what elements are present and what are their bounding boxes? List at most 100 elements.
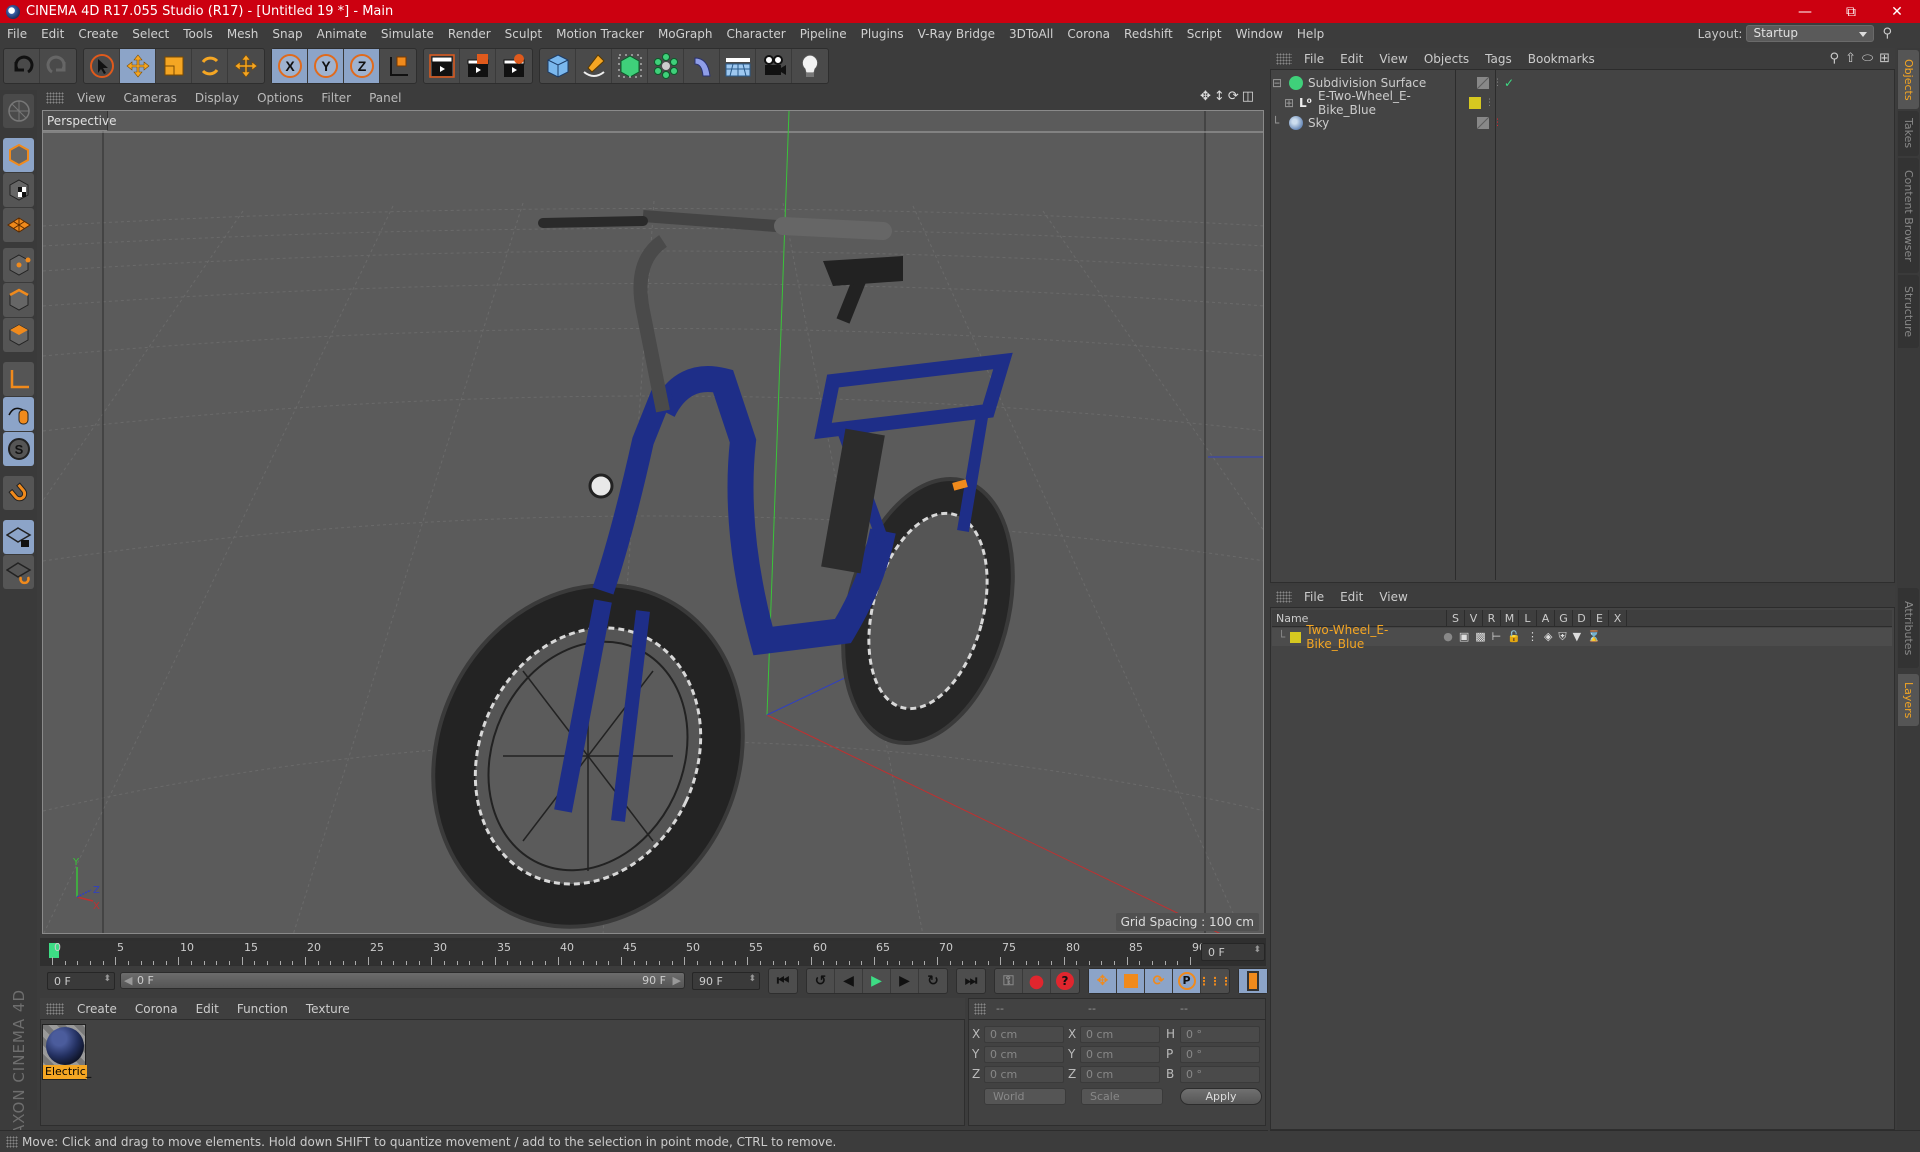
expand-icon[interactable]: ⊞ — [1284, 96, 1296, 110]
menu-character[interactable]: Character — [719, 27, 792, 41]
object-name[interactable]: Sky — [1308, 116, 1474, 130]
x-axis-button[interactable]: X — [272, 49, 308, 83]
pen-button[interactable] — [576, 49, 612, 83]
range-left-arrow-icon[interactable]: ◀ — [124, 974, 132, 987]
layer-swatch-icon[interactable] — [1477, 77, 1489, 89]
material-menu-function[interactable]: Function — [228, 1002, 297, 1016]
object-menu-tags[interactable]: Tags — [1477, 52, 1520, 66]
render-settings-button[interactable] — [496, 49, 532, 83]
3d-viewport[interactable]: Perspective Y X Z Grid Spacing : 100 cm — [42, 110, 1264, 934]
menu-mesh[interactable]: Mesh — [220, 27, 266, 41]
viewport-menu-cameras[interactable]: Cameras — [114, 91, 185, 105]
viewport-menu-view[interactable]: View — [68, 91, 114, 105]
menu-window[interactable]: Window — [1229, 27, 1290, 41]
undo-button[interactable] — [4, 49, 40, 83]
camera-label[interactable]: Perspective — [43, 111, 117, 131]
menu-mograph[interactable]: MoGraph — [651, 27, 720, 41]
y-axis-button[interactable]: Y — [308, 49, 344, 83]
viewport-menu-options[interactable]: Options — [248, 91, 312, 105]
grip-handle[interactable] — [46, 1002, 64, 1015]
render-off-dot-icon[interactable]: ⋮ — [1493, 118, 1502, 128]
side-tab-content-browser[interactable]: Content Browser — [1898, 158, 1919, 273]
timeline-ruler[interactable]: 0 5 10 15 20 25 30 35 40 45 50 55 60 65 70 75 80 85 90 — [49, 941, 1206, 965]
menu-sculpt[interactable]: Sculpt — [498, 27, 549, 41]
side-tab-objects[interactable]: Objects — [1898, 50, 1919, 109]
collapse-icon[interactable]: ⊟ — [1272, 76, 1284, 90]
menu-help[interactable]: Help — [1290, 27, 1331, 41]
grip-handle[interactable] — [1276, 52, 1292, 65]
menu-redshift[interactable]: Redshift — [1117, 27, 1180, 41]
layer-swatch-icon[interactable] — [1477, 117, 1489, 129]
menu-animate[interactable]: Animate — [310, 27, 374, 41]
camera-button[interactable] — [756, 49, 792, 83]
material-menu-texture[interactable]: Texture — [297, 1002, 359, 1016]
orbit-icon[interactable]: ⟳ — [1228, 89, 1239, 104]
coord-value-field[interactable]: 0 cm — [1080, 1066, 1160, 1083]
key-param-button[interactable]: P — [1173, 969, 1201, 993]
play-button[interactable]: ▶ — [863, 969, 891, 993]
side-tab-takes[interactable]: Takes — [1898, 111, 1919, 156]
layer-row[interactable]: └ Two-Wheel_E-Bike_Blue ● ▣ ▩ ⊢ 🔓 ⋮ ◈ ⛨ … — [1272, 623, 1892, 651]
select-tool-button[interactable] — [84, 49, 120, 83]
key-pla-button[interactable]: ⋮⋮⋮ — [1199, 969, 1232, 993]
layer-color-swatch[interactable] — [1290, 631, 1302, 643]
workplane-rotate-button[interactable] — [3, 555, 34, 589]
grip-handle[interactable] — [46, 92, 64, 104]
subdivision-button[interactable] — [612, 49, 648, 83]
menu-tools[interactable]: Tools — [176, 27, 220, 41]
menu-3dtoall[interactable]: 3DToAll — [1002, 27, 1060, 41]
cloner-button[interactable] — [648, 49, 684, 83]
previous-key-button[interactable]: ↺ — [807, 969, 835, 993]
coord-value-field[interactable]: 0 cm — [1080, 1046, 1160, 1063]
side-tab-attributes[interactable]: Attributes — [1898, 588, 1919, 668]
column-header-x[interactable]: X — [1609, 609, 1627, 627]
menu-pipeline[interactable]: Pipeline — [793, 27, 854, 41]
side-tab-layers[interactable]: Layers — [1898, 674, 1919, 726]
render-toggle-icon[interactable]: ▩ — [1475, 630, 1485, 644]
start-frame-field[interactable]: 0 F — [47, 972, 115, 990]
close-button[interactable]: ✕ — [1874, 0, 1920, 23]
column-header-s[interactable]: S — [1447, 609, 1465, 627]
floor-button[interactable] — [720, 49, 756, 83]
grip-handle[interactable] — [974, 1002, 986, 1015]
object-menu-view[interactable]: View — [1371, 52, 1415, 66]
column-header-l[interactable]: L — [1519, 609, 1537, 627]
column-header-e[interactable]: E — [1591, 609, 1609, 627]
current-frame-field[interactable]: 0 F — [1201, 943, 1265, 961]
column-header-a[interactable]: A — [1537, 609, 1555, 627]
menu-plugins[interactable]: Plugins — [854, 27, 911, 41]
menu-render[interactable]: Render — [441, 27, 498, 41]
column-header-d[interactable]: D — [1573, 609, 1591, 627]
object-menu-file[interactable]: File — [1296, 52, 1332, 66]
axis-button[interactable] — [3, 362, 34, 396]
solo-toggle-icon[interactable]: ● — [1443, 630, 1453, 644]
material-menu-corona[interactable]: Corona — [126, 1002, 187, 1016]
redo-button[interactable] — [40, 49, 76, 83]
visibility-dots-icon[interactable]: ⋮ — [1493, 78, 1502, 88]
snap-button[interactable]: S — [3, 432, 34, 466]
frame-range-slider[interactable]: ◀ 0 F 90 F ▶ — [120, 972, 685, 989]
search-icon[interactable]: ⚲ — [1830, 51, 1840, 66]
deformers-toggle-icon[interactable]: ⛨ — [1558, 630, 1566, 644]
restore-button[interactable]: ⧉ — [1828, 0, 1874, 23]
viewport-menu-panel[interactable]: Panel — [360, 91, 410, 105]
animation-toggle-icon[interactable]: ⋮ — [1527, 630, 1538, 644]
model-mode-button[interactable] — [3, 138, 34, 172]
render-picture-viewer-button[interactable] — [460, 49, 496, 83]
menu-v-ray-bridge[interactable]: V-Ray Bridge — [911, 27, 1002, 41]
menu-motion-tracker[interactable]: Motion Tracker — [549, 27, 651, 41]
pan-icon[interactable]: ✥ — [1200, 89, 1211, 104]
minimize-button[interactable]: — — [1782, 0, 1828, 23]
previous-frame-button[interactable]: ◀ — [835, 969, 863, 993]
record-keys-button[interactable]: ● — [1023, 969, 1051, 993]
xref-toggle-icon[interactable]: ⌛ — [1587, 630, 1601, 644]
timeline-window-button[interactable] — [1239, 969, 1267, 993]
coord-value-field[interactable]: 0 ° — [1180, 1026, 1260, 1043]
material-menu-create[interactable]: Create — [68, 1002, 126, 1016]
coord-value-field[interactable]: 0 cm — [984, 1046, 1064, 1063]
tweak-button[interactable] — [3, 397, 34, 431]
polygons-mode-button[interactable] — [3, 318, 34, 352]
dolly-icon[interactable]: ↕ — [1214, 89, 1225, 104]
layer-menu-view[interactable]: View — [1371, 590, 1415, 604]
magnet-button[interactable] — [3, 476, 34, 510]
